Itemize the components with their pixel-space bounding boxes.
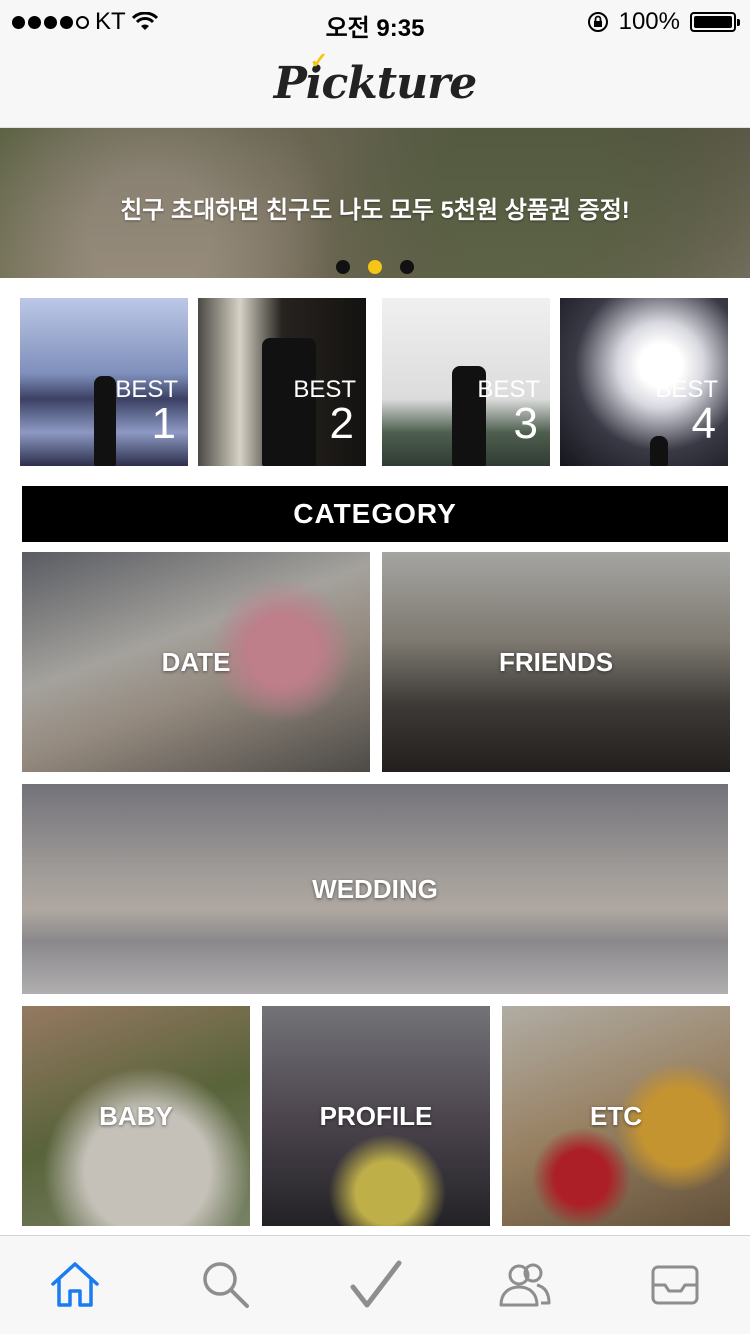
category-tile-etc[interactable]: ETC [502,1006,730,1226]
best-item-1[interactable]: BEST 1 [20,298,188,466]
status-right: 100% [587,8,740,36]
best-list: BEST 1 BEST 2 BEST 3 BEST 4 [20,298,728,466]
logo-check-icon: ✓ [309,48,328,74]
tab-community[interactable] [480,1245,570,1325]
category-label: ETC [590,1100,642,1131]
users-icon [499,1263,551,1307]
category-tile-wedding[interactable]: WEDDING [22,784,728,994]
search-icon [203,1262,249,1308]
tab-inbox[interactable] [630,1245,720,1325]
banner-text: 친구 초대하면 친구도 나도 모두 5천원 상품권 증정! [120,197,630,224]
bottom-tab-bar [0,1235,750,1334]
tab-pick[interactable] [330,1245,420,1325]
pager-dot-active[interactable] [368,260,382,274]
category-tile-friends[interactable]: FRIENDS [382,552,730,772]
best-item-2[interactable]: BEST 2 [198,298,366,466]
category-tile-profile[interactable]: PROFILE [262,1006,490,1226]
tab-home[interactable] [30,1245,120,1325]
inbox-icon [651,1265,699,1305]
pager-dot[interactable] [336,260,350,274]
best-rank: 2 [329,399,354,448]
category-tile-date[interactable]: DATE [22,552,370,772]
banner-pager [0,260,750,274]
category-tile-baby[interactable]: BABY [22,1006,250,1226]
app-header: ✓ Pickture [0,40,750,128]
battery-icon [690,12,740,32]
category-label: DATE [161,646,231,677]
check-icon [350,1260,402,1308]
category-label: BABY [99,1100,173,1131]
best-rank: 4 [691,399,716,448]
category-label: WEDDING [312,873,438,904]
best-rank: 3 [513,399,538,448]
category-label: PROFILE [319,1100,433,1131]
home-icon [51,1262,99,1307]
battery-percent: 100% [618,8,680,35]
rotation-lock-icon [587,12,608,32]
best-item-4[interactable]: BEST 4 [560,298,728,466]
logo-text: Pickture [273,58,478,109]
app-logo[interactable]: ✓ Pickture [273,48,478,109]
category-title: CATEGORY [22,486,728,542]
tab-search[interactable] [180,1245,270,1325]
status-bar: KT 오전 9:35 100% [0,0,750,42]
category-label: FRIENDS [498,646,614,677]
best-rank: 1 [151,399,176,448]
promo-banner[interactable]: 친구 초대하면 친구도 나도 모두 5천원 상품권 증정! [0,128,750,278]
best-item-3[interactable]: BEST 3 [382,298,550,466]
pager-dot[interactable] [400,260,414,274]
